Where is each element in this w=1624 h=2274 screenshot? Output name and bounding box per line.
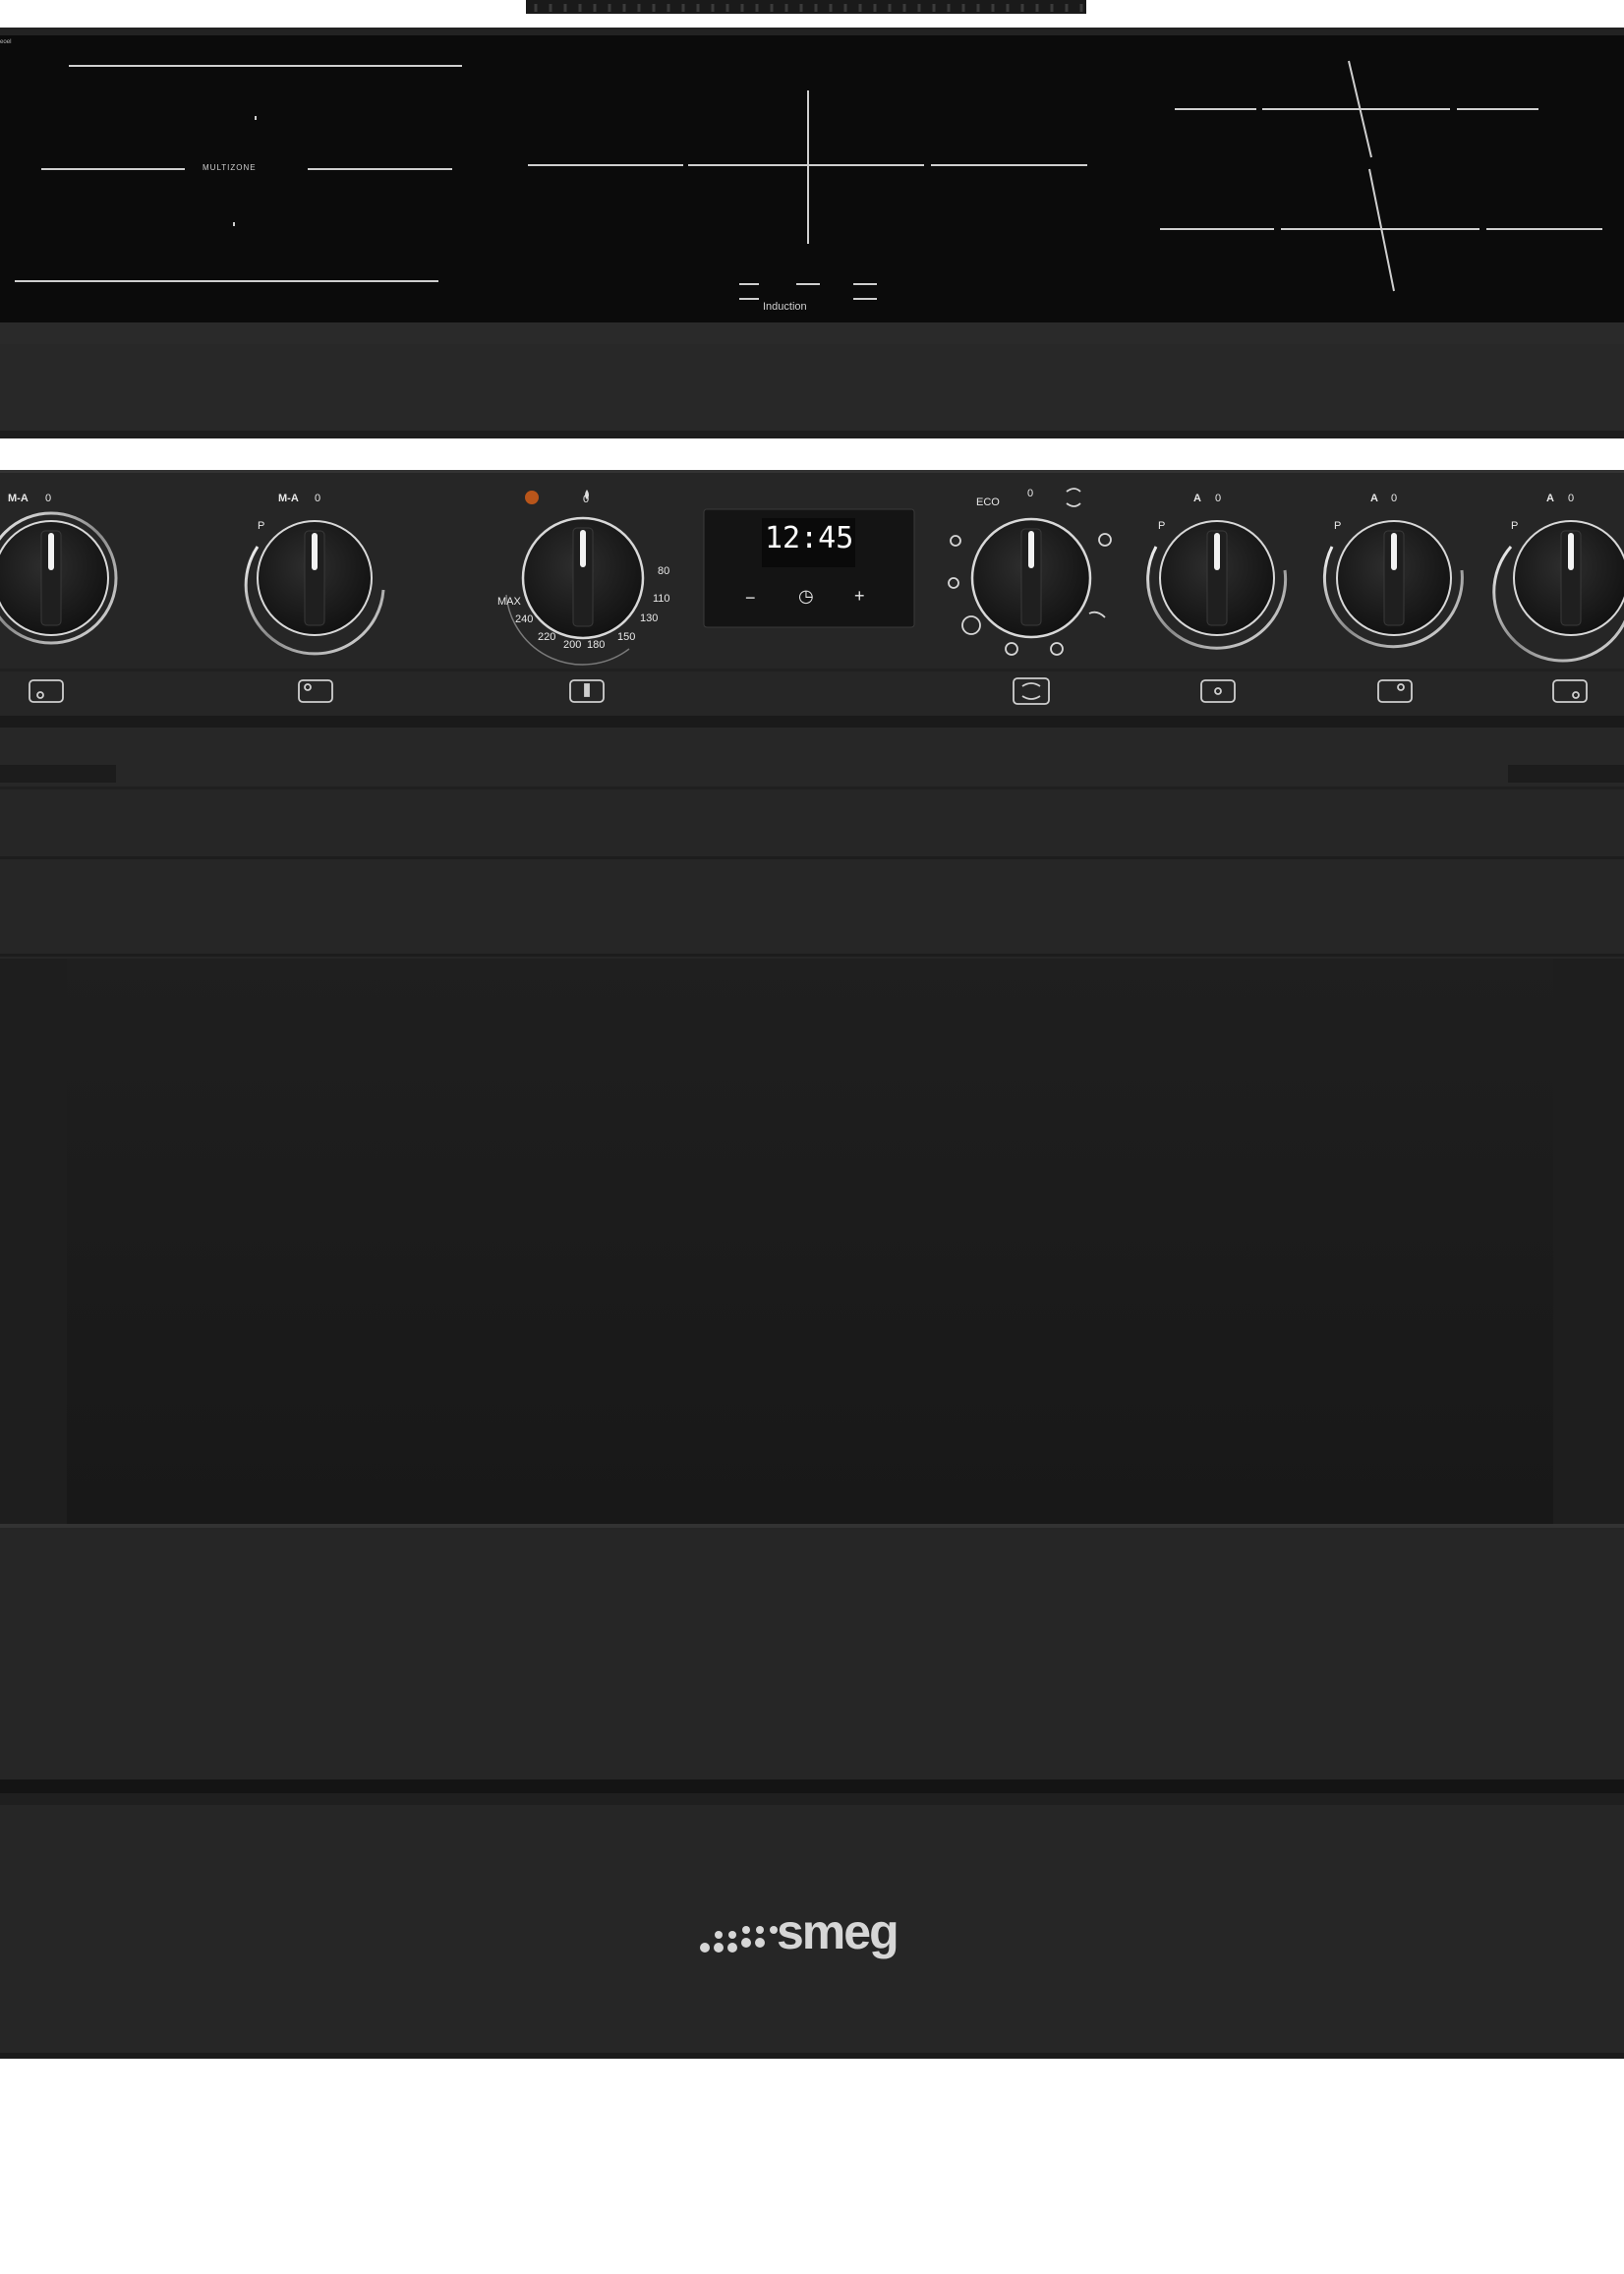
multizone-label: MULTIZONE <box>203 163 257 172</box>
thermo-110: 110 <box>653 593 670 605</box>
induction-label: Induction <box>763 301 807 313</box>
thermo-zero: 0 <box>583 494 590 505</box>
oven-window <box>67 959 1553 1524</box>
thermo-200: 200 <box>563 639 582 651</box>
thermo-240: 240 <box>515 613 534 625</box>
knob6-label-a: A <box>1370 493 1378 504</box>
knob1-label-zero: 0 <box>45 493 52 504</box>
knob7-label-a: A <box>1546 493 1554 504</box>
knob2-label-ma: M-A <box>278 493 299 504</box>
knob7-label-zero: 0 <box>1568 493 1575 504</box>
function-knob[interactable] <box>970 517 1092 639</box>
thermo-80: 80 <box>658 565 670 577</box>
thermo-150: 150 <box>617 631 636 643</box>
display-time: 12:45 <box>765 521 854 555</box>
display-clock-button[interactable]: ◷ <box>798 586 814 607</box>
thermo-220: 220 <box>538 631 556 643</box>
knob2-label-p: P <box>258 520 265 532</box>
oven-door-handle-bar[interactable] <box>0 789 1624 856</box>
display-minus-button[interactable]: − <box>745 588 756 609</box>
hob-corner-mark: ᵉᵒᵉˡ <box>0 37 12 47</box>
thermo-130: 130 <box>640 612 659 624</box>
knob7-label-p: P <box>1511 520 1519 532</box>
knob1-label-ma: M-A <box>8 493 29 504</box>
knob6-label-p: P <box>1334 520 1342 532</box>
thermostat-indicator-light <box>525 491 539 504</box>
smeg-logo: smeg <box>777 1904 899 1959</box>
function-label-zero: 0 <box>1027 488 1034 499</box>
thermo-max: MAX <box>497 596 521 608</box>
knob5-label-a: A <box>1193 493 1201 504</box>
knob2-label-zero: 0 <box>315 493 321 504</box>
induction-hob-glass <box>0 35 1624 322</box>
knob6-label-zero: 0 <box>1391 493 1398 504</box>
knob5-label-zero: 0 <box>1215 493 1222 504</box>
thermo-180: 180 <box>587 639 606 651</box>
knob5-label-p: P <box>1158 520 1166 532</box>
display-plus-button[interactable]: + <box>854 586 865 607</box>
function-label-eco: ECO <box>976 496 1000 508</box>
hob-knob-1[interactable] <box>0 511 118 645</box>
